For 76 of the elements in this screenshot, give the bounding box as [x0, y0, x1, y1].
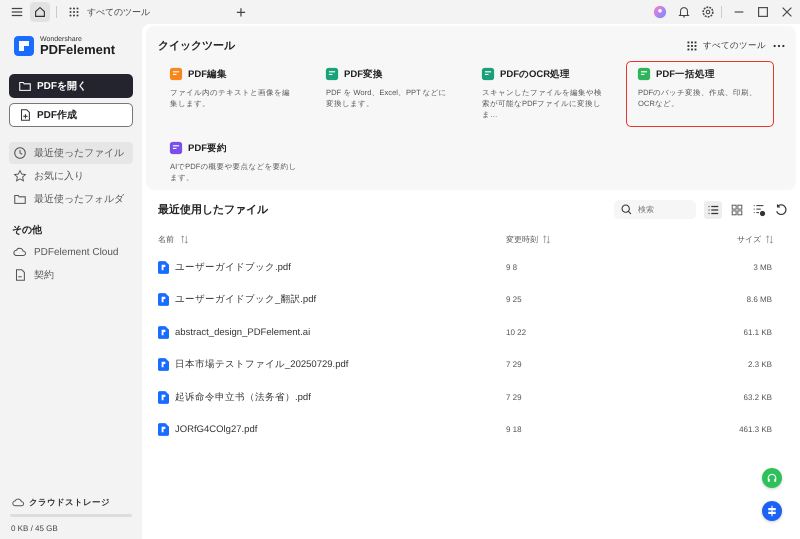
column-header[interactable]: 名前	[158, 234, 174, 244]
avatar-icon[interactable]	[653, 5, 667, 19]
search-icon[interactable]	[620, 203, 633, 216]
section-title: その他	[11, 224, 43, 237]
file-name[interactable]: 日本市場テストファイル_20250729.pdf	[175, 358, 348, 372]
sort-icon[interactable]	[542, 234, 551, 244]
sidebar-item[interactable]: お気に入り	[9, 165, 133, 187]
file-icon	[158, 260, 169, 274]
new-tab-button[interactable]: +	[236, 4, 246, 20]
sidebar-item[interactable]: 最近使ったフォルダ	[9, 188, 133, 210]
file-size: 63.2 KB	[744, 392, 772, 402]
all-tools-button[interactable]: すべてのツール	[686, 40, 766, 52]
sort-icon[interactable]	[765, 234, 774, 244]
column-header[interactable]: サイズ	[737, 234, 761, 244]
file-name[interactable]: abstract_design_PDFelement.ai	[175, 326, 310, 338]
sidebar-item[interactable]: PDFelement Cloud	[9, 241, 133, 263]
file-size: 2.3 KB	[748, 360, 772, 370]
list-view-icon[interactable]	[704, 200, 722, 218]
tool-name: PDF一括処理	[656, 68, 715, 80]
search-field[interactable]: 検索	[614, 200, 696, 219]
menu-icon[interactable]	[10, 5, 24, 19]
refresh-icon[interactable]	[774, 202, 788, 216]
modified-time: 7 29	[506, 360, 522, 370]
cloud-icon	[12, 496, 25, 509]
folder-icon[interactable]	[18, 79, 32, 93]
add-file-icon[interactable]	[18, 108, 32, 122]
modified-time: 9 8	[506, 262, 518, 272]
file-icon	[158, 326, 169, 339]
close-icon[interactable]	[780, 5, 794, 19]
tool-name: PDF変換	[344, 68, 383, 80]
column-header[interactable]: 変更時刻	[506, 234, 538, 244]
settings-icon[interactable]	[701, 5, 715, 19]
section-title: 最近使用したファイル	[158, 202, 268, 217]
file-icon	[158, 390, 169, 404]
grid-icon[interactable]	[686, 40, 698, 52]
folder-icon[interactable]	[13, 192, 27, 206]
file-size: 461.3 KB	[739, 425, 772, 434]
bell-icon[interactable]	[677, 5, 691, 19]
file-size: 61.1 KB	[744, 328, 772, 337]
tool-name: PDF編集	[188, 68, 227, 80]
clock-icon[interactable]	[13, 146, 27, 160]
file-name[interactable]: ユーザーガイドブック_翻訳.pdf	[175, 293, 316, 306]
document-icon[interactable]	[13, 268, 27, 282]
tab-label[interactable]: すべてのツール	[87, 6, 150, 18]
file-icon	[158, 358, 169, 372]
file-icon	[158, 293, 169, 306]
star-icon[interactable]	[13, 169, 27, 183]
file-icon	[158, 423, 169, 436]
signpost-icon[interactable]	[766, 505, 778, 517]
sidebar-item[interactable]: 最近使ったファイル	[9, 142, 133, 164]
filter-icon[interactable]	[752, 202, 766, 216]
section-title: クイックツール	[158, 39, 235, 53]
cloud-icon[interactable]	[13, 245, 27, 259]
create-pdf-button[interactable]: PDF作成	[9, 103, 133, 127]
sidebar-item[interactable]: 契約	[9, 264, 133, 286]
modified-time: 9 18	[506, 425, 522, 434]
file-name[interactable]: JORfG4COlg27.pdf	[175, 424, 258, 436]
grid-view-icon[interactable]	[730, 202, 744, 216]
tool-name: PDFのOCR処理	[500, 68, 570, 80]
maximize-icon[interactable]	[756, 5, 770, 19]
storage-usage: 0 KB / 45 GB	[10, 524, 59, 533]
file-name[interactable]: 起诉命令申立书（法务省）.pdf	[175, 390, 311, 404]
open-pdf-button[interactable]: PDFを開く	[9, 74, 133, 98]
modified-time: 10 22	[506, 328, 526, 337]
file-size: 8.6 MB	[746, 295, 772, 304]
brand-name: PDFelement	[40, 43, 116, 56]
modified-time: 7 29	[506, 392, 522, 402]
grid-icon[interactable]	[67, 5, 81, 19]
modified-time: 9 25	[506, 295, 522, 304]
signpost-button[interactable]	[762, 501, 782, 521]
tool-name: PDF要約	[188, 142, 227, 154]
logo-icon	[14, 36, 34, 56]
file-size: 3 MB	[753, 262, 772, 272]
file-name[interactable]: ユーザーガイドブック.pdf	[175, 260, 291, 274]
storage-label: クラウドストレージ	[29, 496, 110, 508]
sort-icon[interactable]	[180, 234, 189, 244]
